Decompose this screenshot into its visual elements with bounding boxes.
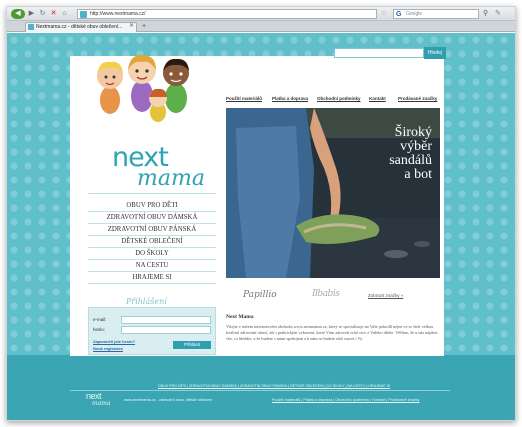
forgot-password-link[interactable]: Zapomněli jste heslo? bbox=[93, 339, 135, 344]
login-box: e-mail: heslo: Zapomněli jste heslo? Nov… bbox=[88, 307, 216, 355]
menu-item-school[interactable]: DO ŠKOLY bbox=[88, 248, 216, 260]
email-label: e-mail: bbox=[93, 317, 107, 322]
kid-3 bbox=[163, 58, 189, 113]
menu-item-travel[interactable]: NA CESTU bbox=[88, 260, 216, 272]
show-brands-link[interactable]: Zobrazit značky » bbox=[368, 293, 403, 298]
tab-favicon bbox=[28, 24, 34, 30]
kids-illustration bbox=[97, 54, 189, 122]
footer-logo-mama: mama bbox=[92, 400, 111, 407]
password-field[interactable] bbox=[121, 326, 211, 334]
menu-item-womens-health-shoes[interactable]: ZDRAVOTNÍ OBUV DÁMSKÁ bbox=[88, 212, 216, 224]
hero-line-2: výběr bbox=[400, 139, 432, 154]
nav-link-payment[interactable]: Platba a doprava bbox=[272, 94, 308, 104]
menu-item-mens-health-shoes[interactable]: ZDRAVOTNÍ OBUV PÁNSKÁ bbox=[88, 224, 216, 236]
hero-text: Široký výběr sandálů a bot bbox=[389, 126, 432, 182]
favicon bbox=[80, 11, 87, 18]
menu-item-kids-shoes[interactable]: OBUV PRO DĚTI bbox=[88, 200, 216, 212]
logo-mama: mama bbox=[137, 166, 205, 191]
category-menu: OBUV PRO DĚTI ZDRAVOTNÍ OBUV DÁMSKÁ ZDRA… bbox=[88, 200, 216, 284]
search-engine-placeholder: Google bbox=[406, 11, 423, 17]
stop-icon[interactable]: ✕ bbox=[49, 9, 58, 19]
footer-navigation[interactable]: OBUV PRO DĚTI | ZDRAVOTNÍ OBUV DÁMSKÁ | … bbox=[158, 383, 448, 389]
address-bar-text: http://www.nextmama.cz/ bbox=[90, 11, 146, 17]
nav-link-contact[interactable]: Kontakt bbox=[369, 94, 386, 104]
nav-link-materials[interactable]: Použití materiálů bbox=[226, 94, 262, 104]
home-icon[interactable]: ⌂ bbox=[60, 9, 69, 19]
footer-divider bbox=[70, 390, 450, 391]
google-icon: G bbox=[396, 11, 402, 18]
login-button[interactable]: Přihlásit bbox=[173, 341, 211, 349]
edit-icon[interactable]: ✎ bbox=[495, 9, 501, 19]
browser-toolbar: ◀ ▶ ↻ ✕ ⌂ http://www.nextmama.cz/ ☆ G Go… bbox=[7, 7, 515, 21]
bookmark-star-icon[interactable]: ☆ bbox=[381, 9, 387, 19]
hero-line-4: a bot bbox=[404, 167, 432, 182]
nav-link-brands[interactable]: Prodávané značky bbox=[398, 94, 437, 104]
hero-line-3: sandálů bbox=[389, 153, 432, 168]
forward-arrow-icon[interactable]: ▶ bbox=[27, 9, 36, 19]
address-bar[interactable]: http://www.nextmama.cz/ bbox=[77, 9, 377, 19]
brand-ilbabis-logo[interactable]: Ilbabis bbox=[312, 289, 340, 299]
hero-line-1: Široký bbox=[394, 125, 432, 140]
search-engine-box[interactable]: G Google bbox=[393, 9, 479, 19]
kid-4 bbox=[149, 88, 167, 122]
footer-copyright: www.nextmama.cz - zdravotní obuv, dětské… bbox=[124, 398, 213, 402]
tab-nextmama[interactable]: Nextmama.cz - dětské obuv oblečení... bbox=[25, 22, 137, 32]
content-title: Next Mama bbox=[226, 314, 254, 320]
reload-icon[interactable]: ↻ bbox=[38, 9, 47, 19]
site-search-button[interactable]: Hledej bbox=[424, 47, 446, 59]
tab-title: Nextmama.cz - dětské obuv oblečení... bbox=[36, 24, 123, 30]
kid-1 bbox=[97, 61, 123, 114]
site-search-input[interactable] bbox=[334, 48, 424, 58]
content-body: Vítejte v našem internetovém obchodu www… bbox=[226, 324, 438, 341]
new-tab-icon[interactable]: + bbox=[142, 22, 146, 31]
login-title: Přihlášení bbox=[126, 297, 167, 306]
search-icon[interactable]: ⚲ bbox=[483, 9, 488, 19]
menu-item-kids-clothing[interactable]: DĚTSKÉ OBLEČENÍ bbox=[88, 236, 216, 248]
menu-item-play[interactable]: HRAJEME SI bbox=[88, 272, 216, 284]
logo-divider bbox=[88, 193, 216, 194]
hero-banner[interactable]: Široký výběr sandálů a bot bbox=[226, 108, 440, 278]
register-link[interactable]: Nová registrace bbox=[93, 346, 123, 351]
top-navigation: Použití materiálů Platba a doprava Obcho… bbox=[226, 94, 441, 104]
site-logo[interactable]: next mama bbox=[112, 142, 205, 194]
password-label: heslo: bbox=[93, 327, 106, 332]
footer-links[interactable]: Použití materiálů | Platba a doprava | O… bbox=[272, 398, 419, 402]
nav-link-terms[interactable]: Obchodní podmínky bbox=[317, 94, 361, 104]
tab-bar: Nextmama.cz - dětské obuv oblečení... ✕ … bbox=[7, 21, 515, 32]
close-tab-icon[interactable]: ✕ bbox=[129, 22, 134, 30]
back-arrow-icon[interactable]: ◀ bbox=[11, 9, 25, 19]
email-field[interactable] bbox=[121, 316, 211, 324]
brand-papillio-logo[interactable]: Papillio bbox=[243, 290, 277, 300]
